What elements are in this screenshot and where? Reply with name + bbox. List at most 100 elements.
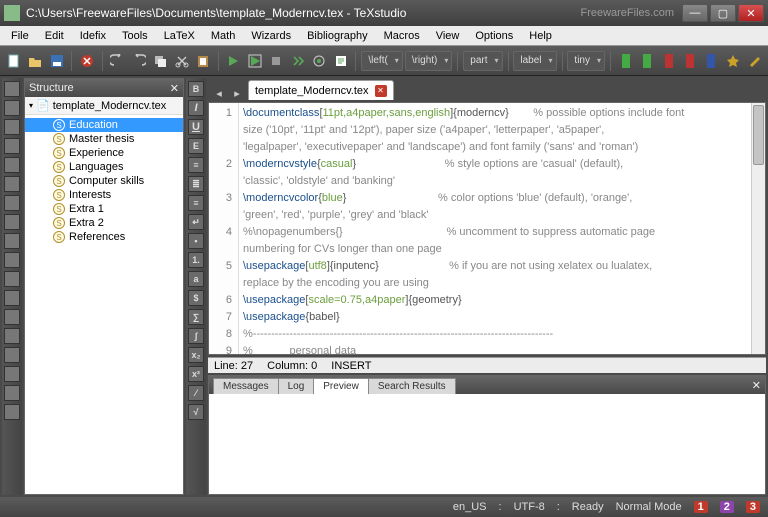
redo-button[interactable] bbox=[129, 50, 148, 72]
align-center-button[interactable]: ≣ bbox=[188, 176, 204, 192]
menu-file[interactable]: File bbox=[4, 28, 36, 44]
sidebar-misc-text-button[interactable] bbox=[4, 271, 20, 287]
undo-button[interactable] bbox=[108, 50, 127, 72]
msg-tab-log[interactable]: Log bbox=[278, 378, 315, 394]
tree-item-interests[interactable]: SInterests bbox=[25, 188, 183, 202]
tree-item-experience[interactable]: SExperience bbox=[25, 146, 183, 160]
menu-latex[interactable]: LaTeX bbox=[157, 28, 202, 44]
marker-red2-button[interactable] bbox=[680, 50, 699, 72]
maximize-button[interactable]: ▢ bbox=[710, 4, 736, 22]
align-left-button[interactable]: ≡ bbox=[188, 157, 204, 173]
badge-badboxes[interactable]: 3 bbox=[746, 501, 760, 513]
align-right-button[interactable]: ≡ bbox=[188, 195, 204, 211]
badge-warnings[interactable]: 2 bbox=[720, 501, 734, 513]
stop-build-button[interactable] bbox=[267, 50, 286, 72]
tree-item-master-thesis[interactable]: SMaster thesis bbox=[25, 132, 183, 146]
sidebar-asy-button[interactable] bbox=[4, 385, 20, 401]
tree-item-computer-skills[interactable]: SComputer skills bbox=[25, 174, 183, 188]
minimize-button[interactable]: — bbox=[682, 4, 708, 22]
tab-prev-icon[interactable]: ◂ bbox=[212, 86, 226, 100]
marker-green-button[interactable] bbox=[616, 50, 635, 72]
menu-options[interactable]: Options bbox=[468, 28, 520, 44]
label-dropdown[interactable]: label bbox=[513, 51, 556, 71]
subscript-button[interactable]: x₂ bbox=[188, 347, 204, 363]
underline-button[interactable]: U bbox=[188, 119, 204, 135]
marker-blue-button[interactable] bbox=[702, 50, 721, 72]
menu-macros[interactable]: Macros bbox=[377, 28, 427, 44]
right-delim-dropdown[interactable]: \right) bbox=[405, 51, 453, 71]
menu-view[interactable]: View bbox=[429, 28, 467, 44]
code-content[interactable]: \documentclass[11pt,a4paper,sans,english… bbox=[239, 103, 751, 354]
msg-tab-search-results[interactable]: Search Results bbox=[368, 378, 456, 394]
build-view-button[interactable] bbox=[245, 50, 264, 72]
enumerate-button[interactable]: 1. bbox=[188, 252, 204, 268]
badge-errors[interactable]: 1 bbox=[694, 501, 708, 513]
sidebar-symbols-button[interactable] bbox=[4, 119, 20, 135]
save-button[interactable] bbox=[47, 50, 66, 72]
view-button[interactable] bbox=[310, 50, 329, 72]
tree-item-extra-1[interactable]: SExtra 1 bbox=[25, 202, 183, 216]
newline-button[interactable]: ↵ bbox=[188, 214, 204, 230]
copy-button[interactable] bbox=[151, 50, 170, 72]
left-delim-dropdown[interactable]: \left( bbox=[361, 51, 402, 71]
status-lang[interactable]: en_US bbox=[453, 501, 487, 513]
code-editor[interactable]: 1 2 3 4 5 678910111213 14 15 \documentcl… bbox=[208, 102, 766, 355]
superscript-button[interactable]: x² bbox=[188, 366, 204, 382]
menu-wizards[interactable]: Wizards bbox=[244, 28, 298, 44]
editor-scrollbar[interactable] bbox=[751, 103, 765, 354]
emphasis-button[interactable]: E bbox=[188, 138, 204, 154]
itemize-button[interactable]: • bbox=[188, 233, 204, 249]
sidebar-relations-button[interactable] bbox=[4, 157, 20, 173]
sidebar-metapost-button[interactable] bbox=[4, 347, 20, 363]
build-button[interactable] bbox=[224, 50, 243, 72]
sidebar-structure-button[interactable] bbox=[4, 81, 20, 97]
bold-button[interactable]: B bbox=[188, 81, 204, 97]
sidebar-beamer-button[interactable] bbox=[4, 404, 20, 420]
cut-button[interactable] bbox=[172, 50, 191, 72]
numbered-eq-button[interactable]: ∫ bbox=[188, 328, 204, 344]
messages-close-icon[interactable]: ✕ bbox=[752, 379, 761, 392]
msg-tab-messages[interactable]: Messages bbox=[213, 378, 279, 394]
tree-item-references[interactable]: SReferences bbox=[25, 230, 183, 244]
new-file-button[interactable] bbox=[4, 50, 23, 72]
msg-tab-preview[interactable]: Preview bbox=[313, 378, 369, 394]
view-log-button[interactable] bbox=[331, 50, 350, 72]
sidebar-pstricks-button[interactable] bbox=[4, 328, 20, 344]
sidebar-mru-button[interactable] bbox=[4, 309, 20, 325]
sidebar-arrows-button[interactable] bbox=[4, 176, 20, 192]
close-button[interactable]: ✕ bbox=[738, 4, 764, 22]
menu-bibliography[interactable]: Bibliography bbox=[300, 28, 375, 44]
sidebar-bookmarks-button[interactable] bbox=[4, 100, 20, 116]
menu-tools[interactable]: Tools bbox=[115, 28, 155, 44]
open-file-button[interactable] bbox=[25, 50, 44, 72]
close-doc-button[interactable] bbox=[77, 50, 96, 72]
sidebar-operators-button[interactable] bbox=[4, 138, 20, 154]
sidebar-delimiters-button[interactable] bbox=[4, 195, 20, 211]
inline-math-button[interactable]: $ bbox=[188, 290, 204, 306]
tree-item-education[interactable]: SEducation bbox=[25, 118, 183, 132]
part-dropdown[interactable]: part bbox=[463, 51, 502, 71]
menu-math[interactable]: Math bbox=[204, 28, 242, 44]
description-button[interactable]: a bbox=[188, 271, 204, 287]
tab-close-icon[interactable]: ✕ bbox=[375, 85, 387, 97]
menu-idefix[interactable]: Idefix bbox=[73, 28, 113, 44]
scrollbar-thumb[interactable] bbox=[753, 105, 764, 165]
structure-root[interactable]: ▾ 📄 template_Moderncv.tex bbox=[25, 97, 183, 115]
marker-red-button[interactable] bbox=[659, 50, 678, 72]
compile-button[interactable] bbox=[288, 50, 307, 72]
wizard-button[interactable] bbox=[723, 50, 742, 72]
sidebar-favorites-button[interactable] bbox=[4, 290, 20, 306]
clean-button[interactable] bbox=[745, 50, 764, 72]
menu-help[interactable]: Help bbox=[522, 28, 559, 44]
menu-edit[interactable]: Edit bbox=[38, 28, 71, 44]
sidebar-greek-button[interactable] bbox=[4, 214, 20, 230]
tree-item-languages[interactable]: SLanguages bbox=[25, 160, 183, 174]
display-math-button[interactable]: ∑ bbox=[188, 309, 204, 325]
paste-button[interactable] bbox=[193, 50, 212, 72]
sidebar-misc-math-button[interactable] bbox=[4, 252, 20, 268]
frac-button[interactable]: ⁄ bbox=[188, 385, 204, 401]
sidebar-tikz-button[interactable] bbox=[4, 366, 20, 382]
document-tab[interactable]: template_Moderncv.tex ✕ bbox=[248, 80, 394, 100]
collapse-icon[interactable]: ▾ bbox=[29, 101, 33, 110]
tree-item-extra-2[interactable]: SExtra 2 bbox=[25, 216, 183, 230]
